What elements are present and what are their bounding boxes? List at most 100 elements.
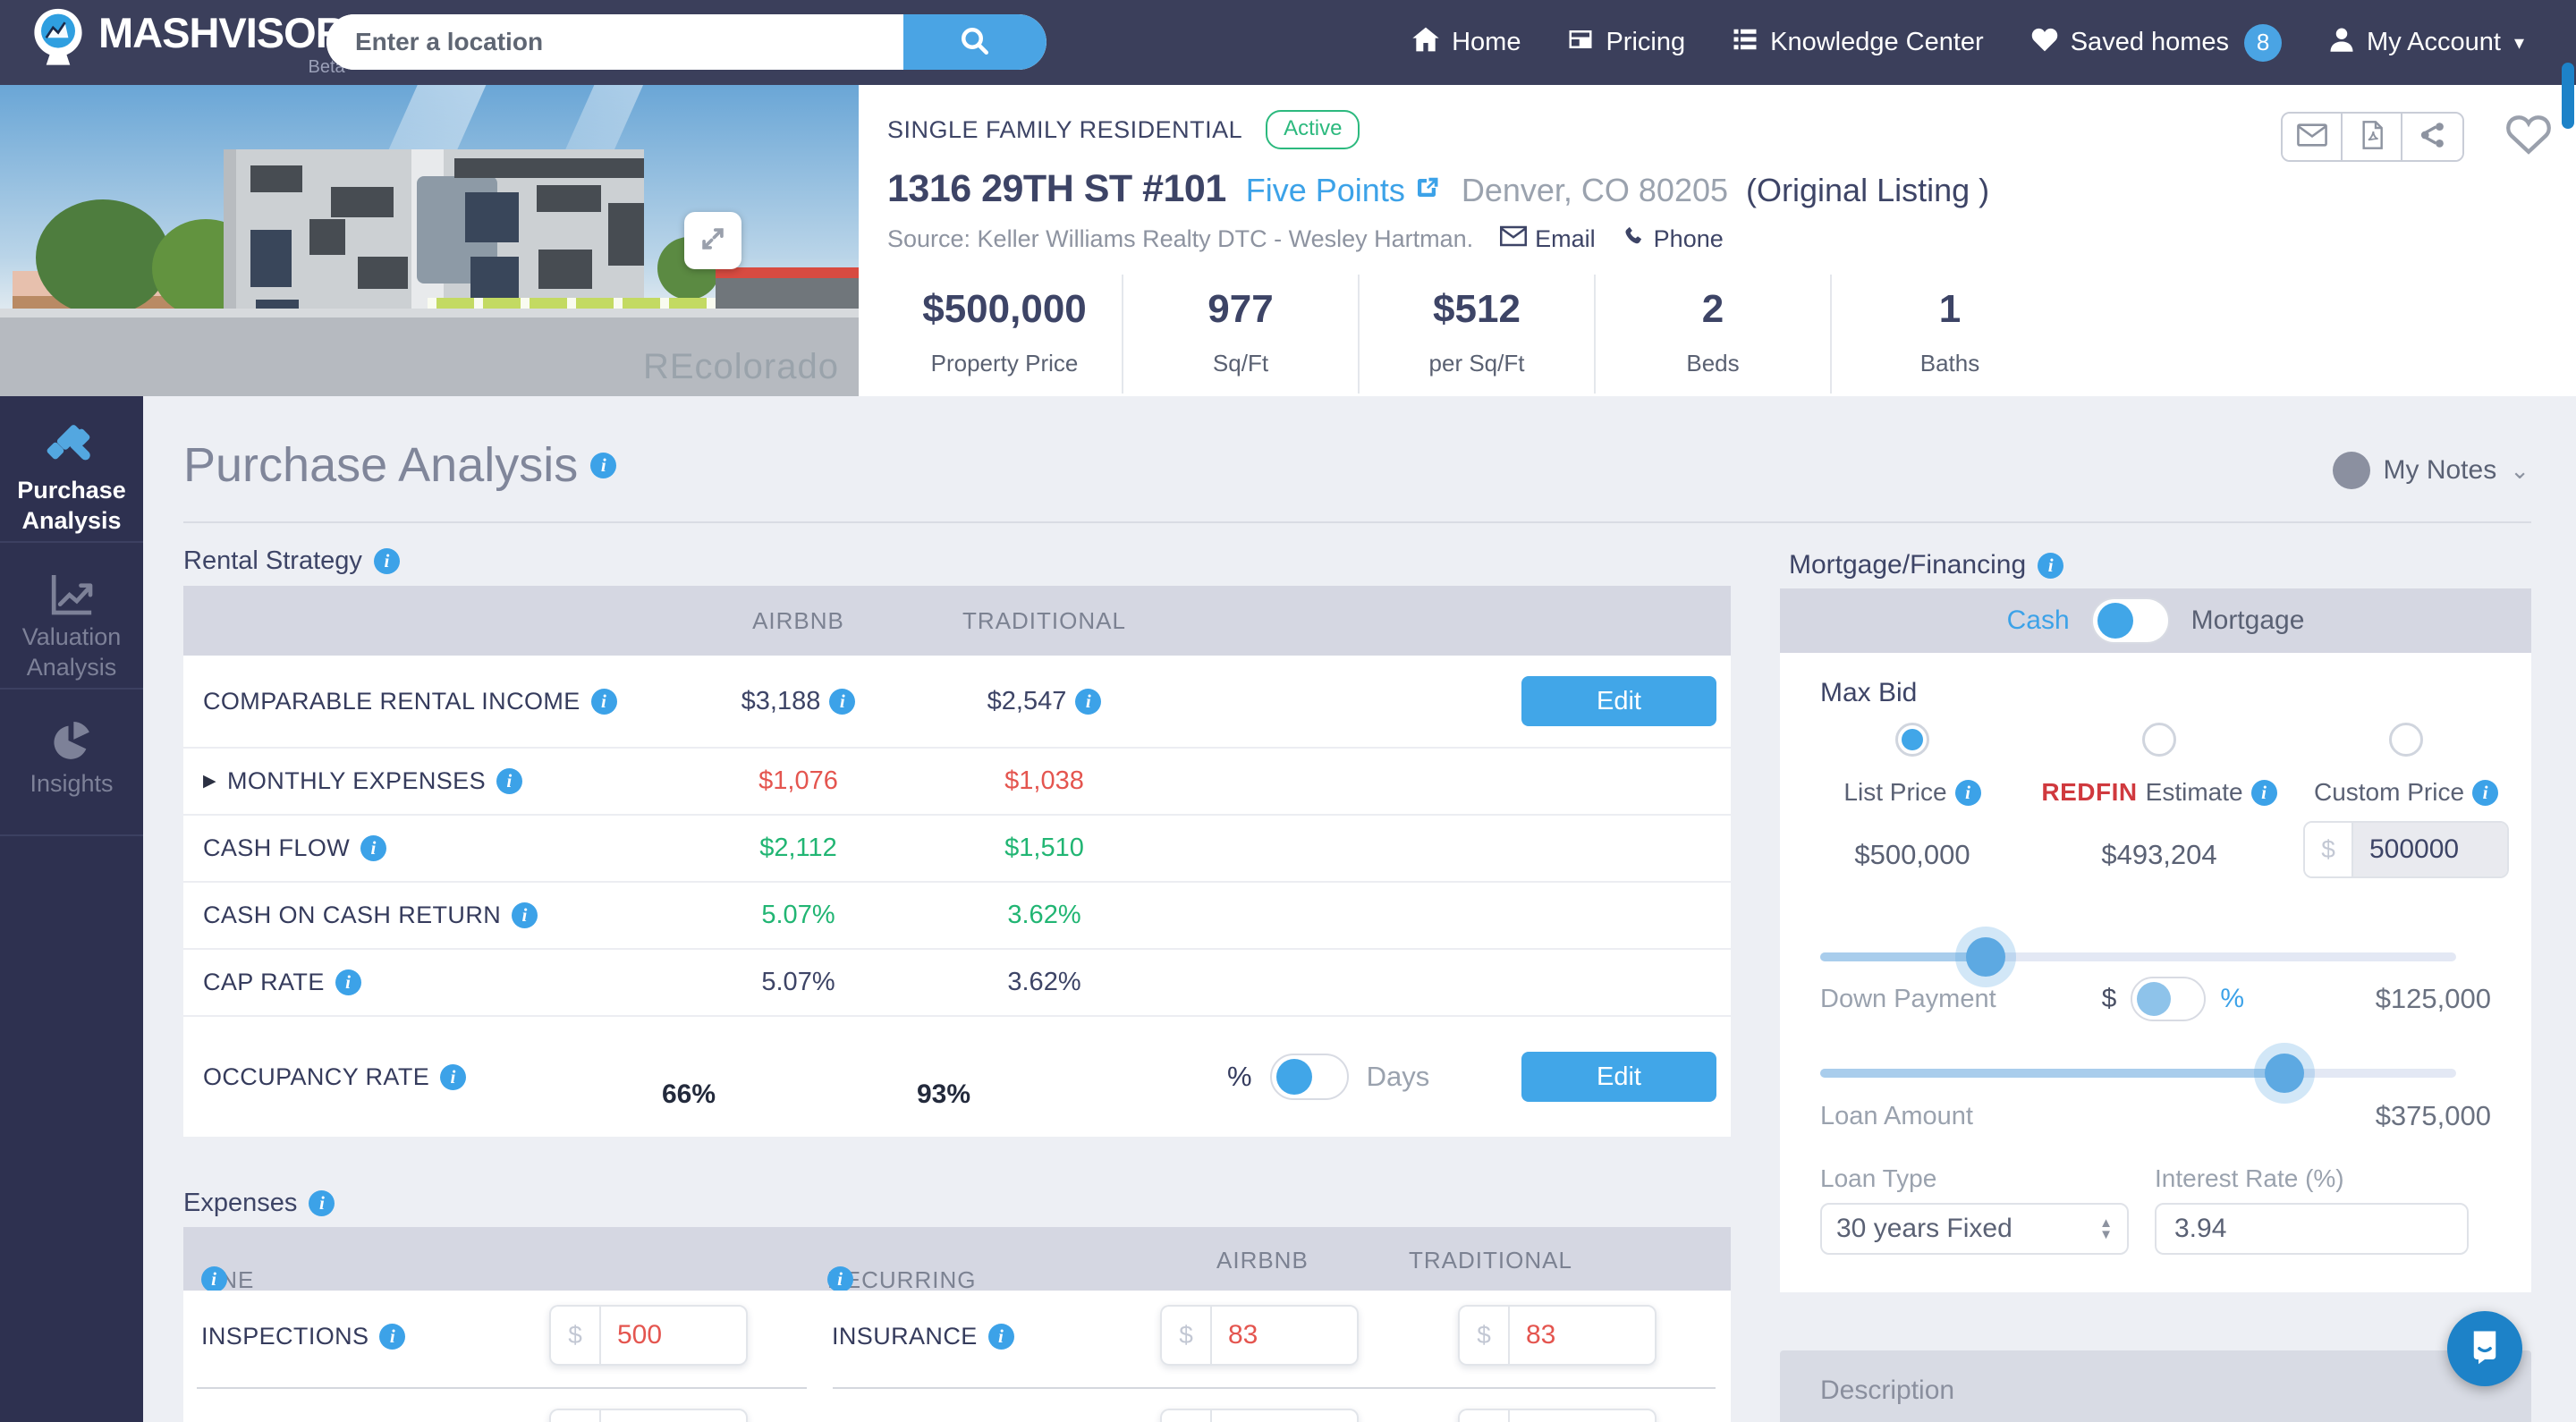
description-label: Description <box>1820 1375 1955 1405</box>
nav-home[interactable]: Home <box>1411 25 1521 61</box>
cash-mortgage-toggle[interactable] <box>2090 597 2170 644</box>
max-bid-option-redfin-estimate: REDFINEstimate $493,204 <box>2036 723 2283 884</box>
email-agent-link[interactable]: Email <box>1500 225 1596 253</box>
info-icon[interactable] <box>1075 688 1102 715</box>
table-row-monthly-expenses[interactable]: ▶MONTHLY EXPENSES $1,076 $1,038 <box>183 747 1731 814</box>
info-icon[interactable] <box>373 548 400 574</box>
financing-panel: Cash Mortgage Max Bid List Price $500,00… <box>1780 588 2531 1292</box>
favorite-heart-button[interactable] <box>2503 108 2555 161</box>
home-icon <box>1411 25 1440 61</box>
share-icon-button[interactable] <box>2402 114 2462 160</box>
dollar-prefix: $ <box>1160 1409 1210 1422</box>
info-icon[interactable] <box>2038 552 2064 579</box>
edit-occupancy-button[interactable]: Edit <box>1521 1052 1716 1102</box>
info-icon[interactable] <box>440 1063 467 1090</box>
phone-agent-link[interactable]: Phone <box>1623 224 1724 254</box>
heart-outline-icon <box>2503 115 2555 160</box>
inspections-input[interactable] <box>599 1305 748 1366</box>
percent-label: % <box>2220 984 2245 1013</box>
info-icon[interactable] <box>496 768 522 794</box>
interest-rate-field <box>2155 1203 2469 1255</box>
neighborhood-link[interactable]: Five Points <box>1246 172 1440 209</box>
info-icon[interactable] <box>827 1266 853 1292</box>
my-notes-dropdown[interactable]: My Notes ⌄ <box>2332 452 2529 489</box>
nav-pricing[interactable]: Pricing <box>1567 26 1685 60</box>
info-icon[interactable] <box>2250 779 2277 806</box>
dollar-prefix: $ <box>1458 1409 1508 1422</box>
insurance-traditional-input[interactable] <box>1508 1305 1657 1366</box>
expand-photo-button[interactable] <box>684 212 741 269</box>
mortgage-label[interactable]: Mortgage <box>2191 605 2305 636</box>
nav-my-account[interactable]: My Account ▾ <box>2328 25 2524 61</box>
stat-per-sqft: $512 per Sq/Ft <box>1360 275 1596 394</box>
max-bid-option-list-price: List Price $500,000 <box>1789 723 2036 884</box>
pie-chart-icon <box>0 713 143 768</box>
expense-row-rehab-utilities: TOTAL REHAB COSTS $ UTILITIES $ $ <box>183 1394 1731 1422</box>
slider-handle[interactable] <box>2265 1054 2305 1093</box>
sidebar-item-valuation-analysis[interactable]: Valuation Analysis <box>0 543 143 690</box>
property-photo[interactable]: REcolorado <box>0 85 859 396</box>
redfin-estimate-radio[interactable] <box>2142 723 2176 757</box>
expand-caret-icon[interactable]: ▶ <box>203 771 216 791</box>
dollar-percent-toggle[interactable] <box>2131 977 2207 1021</box>
info-icon[interactable] <box>1954 779 1981 806</box>
utilities-traditional-input[interactable] <box>1508 1409 1657 1422</box>
cash-label[interactable]: Cash <box>2007 605 2070 636</box>
down-payment-slider <box>1820 937 2456 977</box>
custom-price-radio[interactable] <box>2389 723 2423 757</box>
search-input[interactable] <box>326 14 903 70</box>
info-icon[interactable] <box>309 1190 335 1216</box>
sidebar-item-label: Insights <box>30 770 114 797</box>
nav-saved-homes[interactable]: Saved homes 8 <box>2030 23 2283 62</box>
listing-note: (Original Listing ) <box>1746 172 1990 208</box>
search-button[interactable] <box>903 14 1046 70</box>
scrollbar-thumb[interactable] <box>2562 63 2574 129</box>
interest-rate-input[interactable] <box>2157 1205 2467 1253</box>
insurance-label: INSURANCE <box>832 1323 1014 1350</box>
info-icon[interactable] <box>379 1324 406 1350</box>
toggle-knob <box>2097 603 2133 639</box>
user-icon <box>2328 25 2355 61</box>
heart-icon <box>2030 26 2059 60</box>
rehab-input-group: $ <box>549 1409 748 1422</box>
rehab-costs-input[interactable] <box>599 1409 748 1422</box>
email-listing-button[interactable] <box>2283 114 2343 160</box>
custom-price-input[interactable] <box>2353 823 2507 876</box>
info-icon[interactable] <box>335 969 361 995</box>
pdf-export-button[interactable] <box>2343 114 2402 160</box>
info-icon[interactable] <box>829 688 856 715</box>
top-navbar: MASHVISOR Beta Home Pricing Knowledge Ce… <box>0 0 2576 85</box>
description-section[interactable]: Description <box>1780 1350 2531 1422</box>
chat-launcher-button[interactable] <box>2447 1311 2522 1386</box>
saved-homes-badge: 8 <box>2244 23 2283 62</box>
table-header: AIRBNB TRADITIONAL <box>183 586 1731 656</box>
brand-logo[interactable]: MASHVISOR Beta <box>30 7 346 80</box>
dollar-prefix: $ <box>1160 1305 1210 1366</box>
utilities-airbnb-input[interactable] <box>1210 1409 1359 1422</box>
property-city: Denver, CO 80205 <box>1461 172 1729 208</box>
slider-handle[interactable] <box>1965 937 2005 977</box>
nav-knowledge-center[interactable]: Knowledge Center <box>1732 26 1984 60</box>
percent-days-toggle[interactable] <box>1269 1054 1349 1100</box>
info-icon[interactable] <box>2472 779 2499 806</box>
info-icon[interactable] <box>201 1266 227 1292</box>
property-type-label: SINGLE FAMILY RESIDENTIAL <box>887 115 1243 143</box>
info-icon[interactable] <box>590 688 617 715</box>
list-price-radio[interactable] <box>1895 723 1929 757</box>
sidebar-item-insights[interactable]: Insights <box>0 690 143 836</box>
dollar-prefix: $ <box>1458 1305 1508 1366</box>
divider <box>183 521 2531 523</box>
info-icon[interactable] <box>987 1324 1014 1350</box>
search-icon <box>959 25 991 60</box>
info-icon[interactable] <box>512 902 538 928</box>
dollar-prefix: $ <box>549 1409 599 1422</box>
loan-type-select[interactable]: 30 years Fixed ▲ ▼ <box>1820 1203 2129 1255</box>
pricing-icon <box>1567 26 1594 60</box>
info-icon[interactable] <box>360 835 387 861</box>
percent-label: % <box>1227 1061 1252 1092</box>
loan-amount-row: Loan Amount $375,000 <box>1820 1100 2491 1132</box>
info-icon[interactable] <box>590 452 617 478</box>
sidebar-item-purchase-analysis[interactable]: Purchase Analysis <box>0 396 143 543</box>
insurance-airbnb-input[interactable] <box>1210 1305 1359 1366</box>
edit-rental-income-button[interactable]: Edit <box>1521 676 1716 726</box>
